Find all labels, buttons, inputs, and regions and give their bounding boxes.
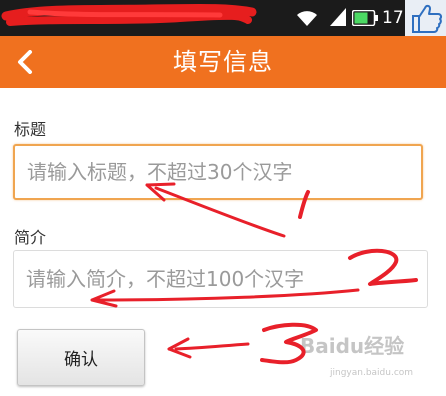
signal-icon [330, 8, 346, 26]
redaction-scribble [1, 3, 257, 26]
intro-input[interactable] [13, 250, 428, 308]
watermark-url: jingyan.baidu.com [330, 368, 414, 378]
battery-icon [352, 10, 378, 26]
baidu-watermark: Baidu经验 jingyan.baidu.com [300, 330, 413, 378]
confirm-button-label: 确认 [64, 350, 98, 370]
annotation-arrow-3 [174, 342, 250, 351]
title-label: 标题 [14, 120, 47, 139]
status-clock: 17 [382, 8, 404, 28]
watermark-brand: Baidu经验 [300, 334, 405, 358]
app-screen: 17 填写信息 标题 简介 确认 Baidu经验 jingyan.baidu.c… [0, 0, 446, 396]
intro-label: 简介 [14, 228, 47, 247]
thumbs-up-icon [405, 0, 446, 36]
wifi-icon [297, 11, 317, 26]
status-bar: 17 [0, 0, 446, 36]
page-title: 填写信息 [173, 48, 273, 76]
app-header: 填写信息 [0, 36, 446, 88]
title-input[interactable] [13, 144, 423, 200]
confirm-button[interactable]: 确认 [17, 329, 145, 386]
